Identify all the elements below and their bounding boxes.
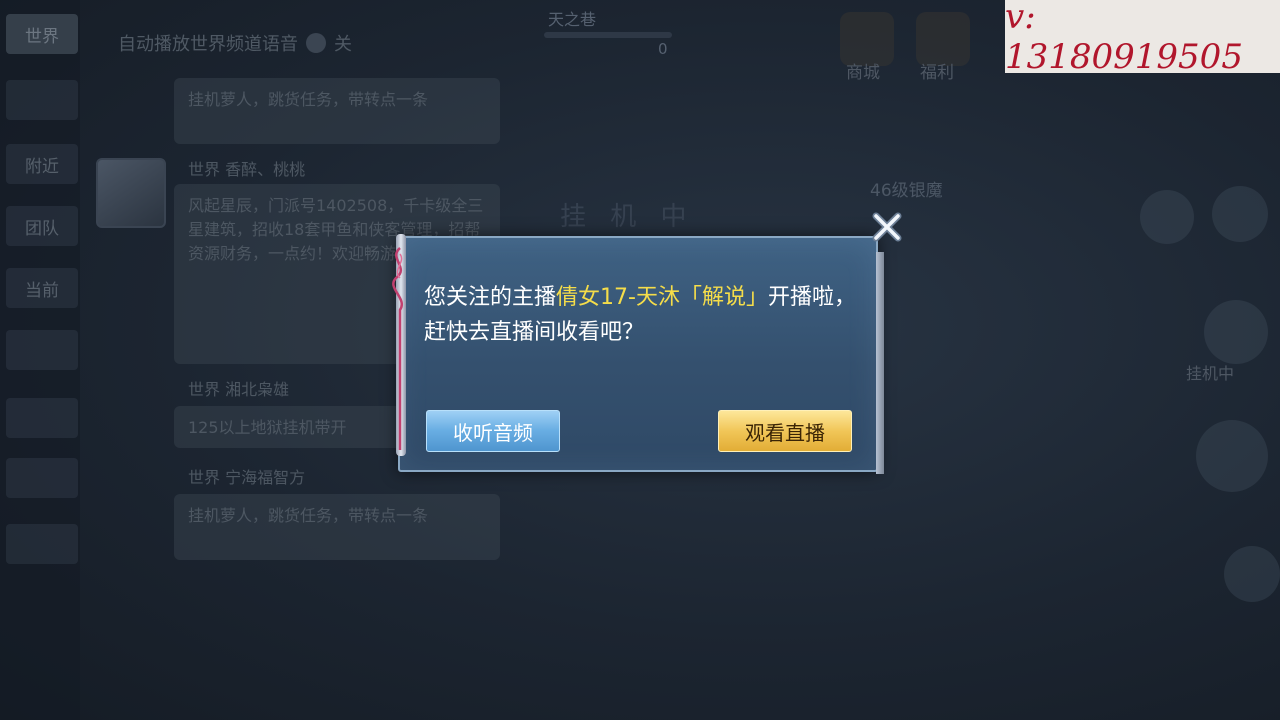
auto-voice-state: 关 <box>334 34 352 55</box>
tab-8[interactable] <box>6 524 78 564</box>
tab-team[interactable]: 团队 <box>6 206 78 246</box>
watch-live-button[interactable]: 观看直播 <box>718 410 852 452</box>
message-prefix: 您关注的主播 <box>424 285 557 310</box>
auto-battle-icon[interactable] <box>1204 300 1268 364</box>
side-menu-icon[interactable] <box>1140 190 1194 244</box>
avatar[interactable] <box>96 158 166 228</box>
skill-icon[interactable] <box>1196 420 1268 492</box>
stream-notification-dialog: 您关注的主播倩女17-天沐「解说」开播啦，赶快去直播间收看吧？ 收听音频 观看直… <box>392 234 884 474</box>
toggle-icon[interactable] <box>306 33 326 53</box>
skill-icon[interactable] <box>1224 546 1280 602</box>
channel-tab-bar: 世界 附近 团队 当前 <box>0 0 80 720</box>
tab-6[interactable] <box>6 398 78 438</box>
tab-world[interactable]: 世界 <box>6 14 78 54</box>
tab-1[interactable] <box>6 80 78 120</box>
dialog-message: 您关注的主播倩女17-天沐「解说」开播啦，赶快去直播间收看吧？ <box>424 280 856 350</box>
chat-message-text: 125以上地狱挂机带开 <box>188 418 347 437</box>
level-text: 46级银魔 <box>870 181 943 201</box>
auto-battle-status: 挂 机 中 <box>560 202 695 232</box>
chat-message-text: 挂机萝人，跳货任务，带转点一条 <box>188 90 429 109</box>
shop-label: 商城 <box>846 63 880 83</box>
ribbon-icon <box>392 247 403 450</box>
watermark-text: v: 13180919505 <box>1005 0 1243 77</box>
map-progress-bar <box>544 32 672 38</box>
tab-current[interactable]: 当前 <box>6 268 78 308</box>
chat-sender: 世界 湘北枭雄 <box>188 380 290 399</box>
chat-sender: 世界 香醉、桃桃 <box>188 160 306 179</box>
auto-voice-setting[interactable]: 自动播放世界频道语音 关 <box>118 30 352 56</box>
auto-voice-label: 自动播放世界频道语音 <box>118 34 298 55</box>
tab-7[interactable] <box>6 458 78 498</box>
streamer-name: 倩女17-天沐「解说」 <box>556 285 768 310</box>
map-name: 天之巷 <box>548 10 597 29</box>
map-value: 0 <box>658 40 668 58</box>
tab-nearby[interactable]: 附近 <box>6 144 78 184</box>
tab-5[interactable] <box>6 330 78 370</box>
close-icon[interactable] <box>868 208 906 246</box>
add-icon[interactable] <box>1212 186 1268 242</box>
scroll-edge <box>876 252 884 474</box>
chat-message: 挂机萝人，跳货任务，带转点一条 <box>174 494 500 560</box>
chat-sender: 世界 宁海福智方 <box>188 468 306 487</box>
auto-battle-label: 挂机中 <box>1186 364 1235 383</box>
listen-audio-button[interactable]: 收听音频 <box>426 410 560 452</box>
welfare-label: 福利 <box>920 63 954 83</box>
watermark: v: 13180919505 <box>1005 0 1280 77</box>
chat-message: 挂机萝人，跳货任务，带转点一条 <box>174 78 500 144</box>
chat-message-text: 挂机萝人，跳货任务，带转点一条 <box>188 506 429 525</box>
